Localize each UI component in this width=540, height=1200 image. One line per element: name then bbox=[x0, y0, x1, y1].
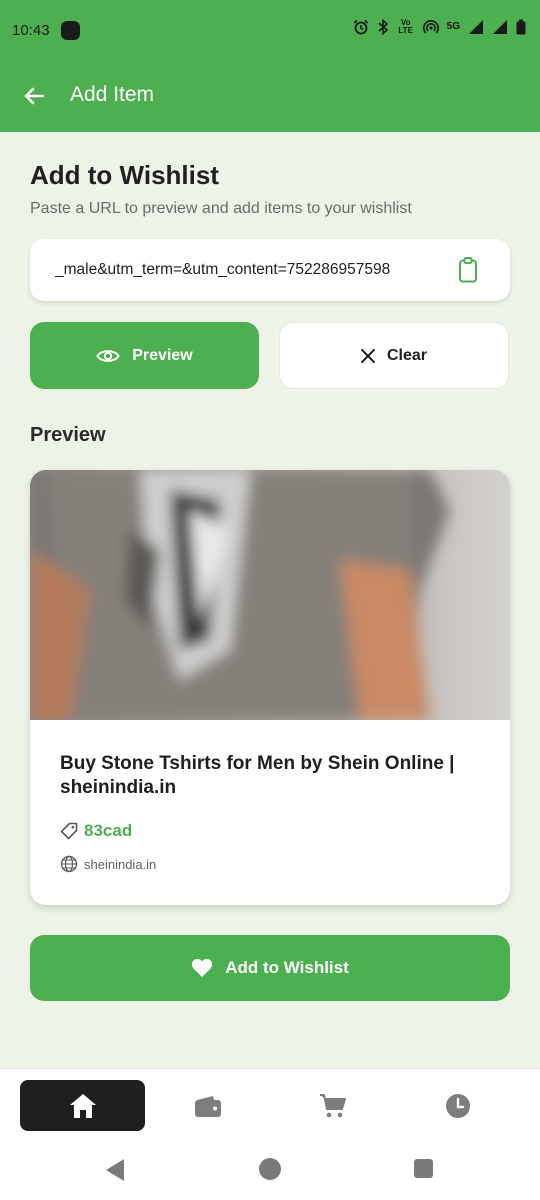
page-subtitle: Paste a URL to preview and add items to … bbox=[30, 200, 412, 217]
product-image bbox=[30, 470, 510, 720]
alarm-icon bbox=[353, 19, 368, 35]
product-price: 83cad bbox=[84, 821, 133, 840]
arrow-left-icon bbox=[24, 87, 45, 105]
home-icon bbox=[69, 1093, 96, 1118]
system-recents-icon[interactable] bbox=[414, 1159, 433, 1178]
add-to-wishlist-label: Add to Wishlist bbox=[225, 958, 349, 977]
close-icon bbox=[360, 348, 375, 363]
system-back-icon[interactable] bbox=[104, 1158, 126, 1182]
nav-history[interactable] bbox=[395, 1080, 520, 1131]
globe-icon bbox=[60, 855, 78, 873]
preview-button-label: Preview bbox=[132, 346, 193, 364]
url-input[interactable]: _male&utm_term=&utm_content=752286957598 bbox=[30, 239, 510, 301]
nav-cart[interactable] bbox=[270, 1080, 395, 1131]
add-to-wishlist-button[interactable]: Add to Wishlist bbox=[30, 935, 510, 1001]
preview-button[interactable]: Preview bbox=[30, 322, 259, 389]
preview-section-title: Preview bbox=[30, 424, 106, 446]
tag-icon bbox=[60, 822, 78, 840]
clear-button-label: Clear bbox=[386, 346, 428, 364]
volte-label: Vo LTE bbox=[398, 18, 413, 35]
nav-home[interactable] bbox=[20, 1080, 145, 1131]
cart-icon bbox=[319, 1093, 346, 1117]
clock-icon bbox=[445, 1093, 470, 1118]
wallet-icon bbox=[194, 1095, 221, 1117]
app-bar: Add Item bbox=[0, 62, 540, 132]
status-bar: 10:43 Vo LTE 5G bbox=[0, 0, 540, 62]
domain-row: sheinindia.in bbox=[60, 855, 156, 873]
hotspot-icon bbox=[422, 20, 439, 34]
status-time: 10:43 bbox=[12, 22, 50, 39]
product-domain: sheinindia.in bbox=[84, 856, 157, 872]
preview-card: Buy Stone Tshirts for Men by Shein Onlin… bbox=[30, 470, 510, 905]
bottom-nav bbox=[0, 1068, 540, 1142]
battery-icon bbox=[516, 19, 526, 35]
signal-icon-2 bbox=[493, 20, 507, 34]
nav-wallet[interactable] bbox=[145, 1080, 270, 1131]
notification-icon bbox=[61, 21, 80, 40]
eye-icon bbox=[96, 349, 120, 362]
status-icons: Vo LTE 5G bbox=[353, 19, 526, 35]
bluetooth-icon bbox=[378, 19, 388, 35]
product-title: Buy Stone Tshirts for Men by Shein Onlin… bbox=[60, 753, 455, 798]
url-input-value[interactable]: _male&utm_term=&utm_content=752286957598 bbox=[55, 261, 445, 279]
heart-icon bbox=[192, 958, 213, 977]
app-title: Add Item bbox=[70, 83, 155, 106]
page-title: Add to Wishlist bbox=[30, 160, 219, 190]
paste-button[interactable] bbox=[456, 257, 480, 283]
clear-button[interactable]: Clear bbox=[279, 322, 509, 389]
back-button[interactable] bbox=[14, 76, 54, 116]
clipboard-icon bbox=[459, 257, 477, 283]
system-home-icon[interactable] bbox=[259, 1158, 281, 1180]
price-row: 83cad bbox=[60, 821, 132, 841]
system-nav-bar bbox=[0, 1142, 540, 1200]
network-type: 5G bbox=[446, 21, 460, 32]
signal-icon bbox=[469, 20, 483, 34]
